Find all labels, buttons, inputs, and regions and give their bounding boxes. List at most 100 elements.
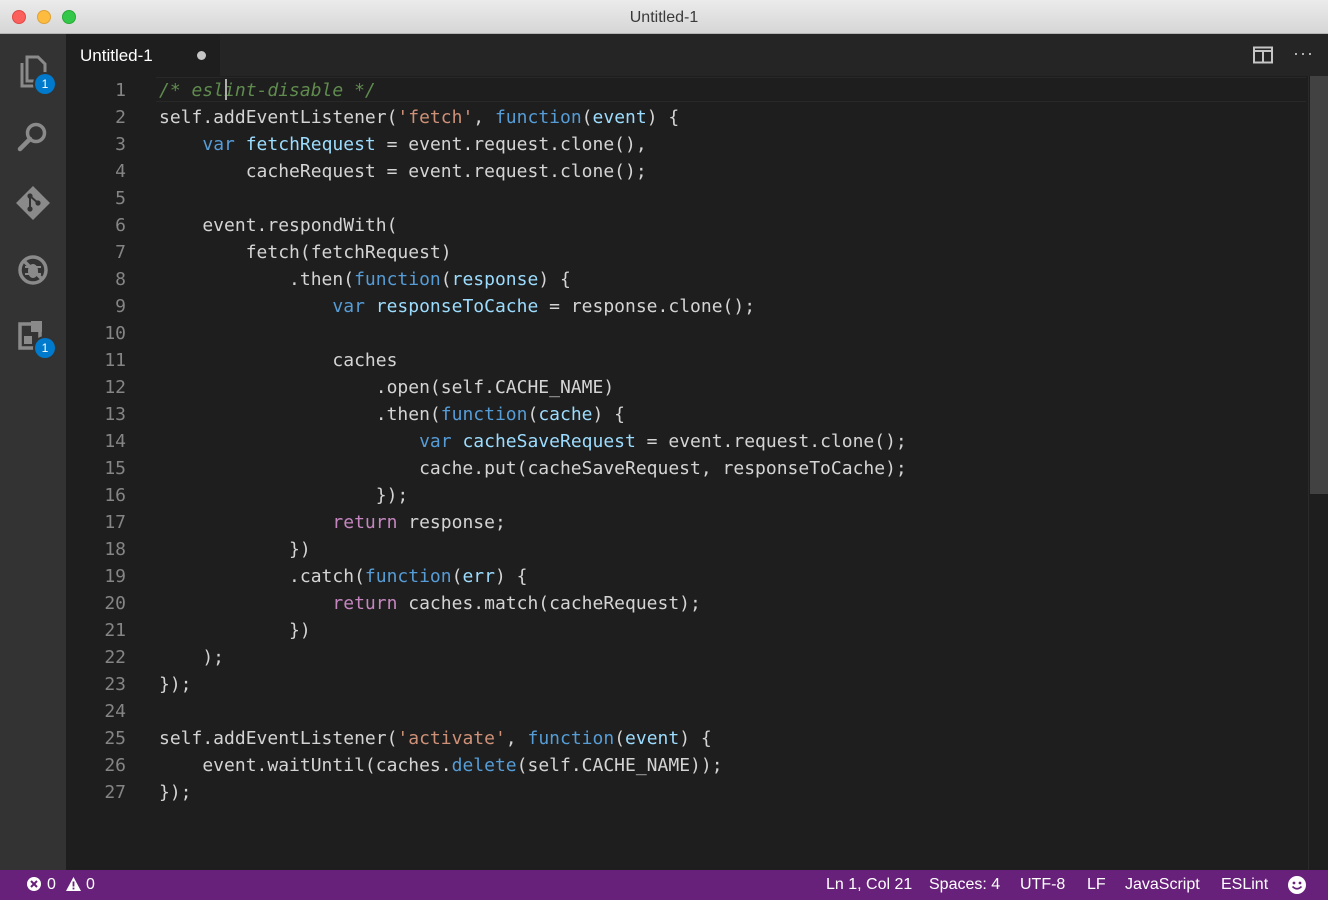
code-token: (self.CACHE_NAME)); — [516, 755, 723, 776]
activity-extensions[interactable]: 1 — [13, 316, 55, 358]
split-editor-icon[interactable] — [1253, 46, 1273, 64]
code-line[interactable]: }); — [159, 671, 192, 698]
code-line[interactable]: var cacheSaveRequest = event.request.clo… — [159, 428, 907, 455]
code-token: ( — [440, 269, 452, 290]
code-line[interactable]: }) — [159, 536, 311, 563]
code-line[interactable]: return caches.match(cacheRequest); — [159, 590, 700, 617]
scrollbar-thumb[interactable] — [1310, 76, 1328, 494]
debug-icon — [18, 255, 48, 285]
code-line[interactable]: event.respondWith( — [159, 212, 397, 239]
code-token: }); — [159, 782, 192, 803]
code-line[interactable]: self.addEventListener('fetch', function(… — [159, 104, 679, 131]
code-token: .catch( — [159, 566, 365, 587]
code-token: fetchRequest — [245, 134, 376, 155]
code-token: ); — [159, 647, 225, 668]
line-number: 16 — [104, 485, 126, 506]
line-number: 7 — [115, 242, 126, 263]
warning-count[interactable]: 0 — [86, 875, 95, 895]
activity-git[interactable] — [13, 184, 53, 224]
tab-untitled-1[interactable]: Untitled-1 — [66, 34, 220, 76]
line-number: 14 — [104, 431, 126, 452]
code-line[interactable]: /* eslint-disable */ — [159, 77, 376, 104]
line-number: 9 — [115, 296, 126, 317]
code-line[interactable]: }) — [159, 617, 311, 644]
code-token: , — [505, 728, 528, 749]
code-token: }) — [159, 620, 311, 641]
line-number: 20 — [104, 593, 126, 614]
code-line[interactable]: ); — [159, 644, 224, 671]
code-line[interactable]: caches — [159, 347, 397, 374]
line-number: 8 — [115, 269, 126, 290]
file-encoding[interactable]: UTF-8 — [1020, 875, 1065, 895]
code-token: event.respondWith( — [159, 215, 398, 236]
end-of-line[interactable]: LF — [1087, 875, 1106, 895]
error-icon[interactable] — [26, 876, 42, 892]
code-token: response — [451, 269, 539, 290]
code-token: var — [202, 134, 235, 155]
code-token: 'activate' — [397, 728, 506, 749]
activity-search[interactable] — [13, 118, 53, 158]
line-number: 27 — [104, 782, 126, 803]
code-token: return — [332, 593, 398, 614]
code-token: var — [419, 431, 452, 452]
code-token: .then( — [159, 404, 441, 425]
explorer-badge: 1 — [35, 74, 55, 94]
more-actions-icon[interactable]: ··· — [1293, 44, 1315, 64]
indentation-setting[interactable]: Spaces: 4 — [929, 875, 1000, 895]
activity-debug[interactable] — [13, 250, 53, 290]
tab-bar: Untitled-1 ··· — [66, 34, 1328, 76]
code-token: delete — [451, 755, 517, 776]
code-line[interactable]: var responseToCache = response.clone(); — [159, 293, 755, 320]
code-token: event.waitUntil(caches. — [159, 755, 452, 776]
line-number: 23 — [104, 674, 126, 695]
activity-explorer[interactable]: 1 — [13, 52, 55, 94]
code-line[interactable]: event.waitUntil(caches.delete(self.CACHE… — [159, 752, 723, 779]
code-token: ( — [614, 728, 626, 749]
warning-icon[interactable] — [65, 876, 82, 892]
code-line[interactable]: fetch(fetchRequest) — [159, 239, 452, 266]
code-line[interactable]: return response; — [159, 509, 505, 536]
code-token: cache — [538, 404, 593, 425]
code-line[interactable]: var fetchRequest = event.request.clone()… — [159, 131, 646, 158]
code-token: ) { — [646, 107, 680, 128]
code-line[interactable]: .catch(function(err) { — [159, 563, 527, 590]
dirty-indicator-icon[interactable] — [197, 51, 206, 60]
code-token: caches — [159, 350, 398, 371]
code-token: , — [473, 107, 495, 128]
code-editor[interactable]: 1 2 3 4 5 6 7 8 9 10 11 12 13 14 15 16 17 18 19 20 21 22 23 24 2… — [66, 76, 1328, 870]
activity-bar: 1 1 — [0, 34, 66, 870]
code-token: ( — [581, 107, 593, 128]
code-token: event — [592, 107, 647, 128]
code-token: self.addEventListener( — [159, 107, 398, 128]
line-number: 2 — [115, 107, 126, 128]
code-line[interactable]: .then(function(response) { — [159, 266, 571, 293]
code-text-area[interactable]: /* eslint-disable */ self.addEventListene… — [159, 76, 1304, 870]
language-mode[interactable]: JavaScript — [1125, 875, 1200, 895]
code-token: self.addEventListener( — [159, 728, 398, 749]
vertical-scrollbar[interactable] — [1308, 76, 1328, 870]
line-number: 13 — [104, 404, 126, 425]
linter-status[interactable]: ESLint — [1221, 875, 1268, 895]
code-line[interactable]: cacheRequest = event.request.clone(); — [159, 158, 647, 185]
code-line[interactable]: .open(self.CACHE_NAME) — [159, 374, 614, 401]
code-line[interactable]: }); — [159, 779, 192, 806]
code-token: ) { — [679, 728, 712, 749]
smiley-icon[interactable] — [1287, 875, 1307, 895]
code-line[interactable]: }); — [159, 482, 409, 509]
code-line[interactable]: self.addEventListener('activate', functi… — [159, 725, 712, 752]
code-token: ( — [451, 566, 463, 587]
code-line[interactable]: .then(function(cache) { — [159, 401, 625, 428]
code-line[interactable]: cache.put(cacheSaveRequest, responseToCa… — [159, 455, 907, 482]
error-count[interactable]: 0 — [47, 875, 56, 895]
code-token: .open(self.CACHE_NAME) — [159, 377, 615, 398]
code-token: = event.request.clone(); — [635, 431, 907, 452]
cursor-position[interactable]: Ln 1, Col 21 — [826, 875, 912, 895]
code-token: cache.put(cacheSaveRequest, responseToCa… — [159, 458, 907, 479]
line-number: 24 — [104, 701, 126, 722]
code-token: }) — [159, 539, 311, 560]
